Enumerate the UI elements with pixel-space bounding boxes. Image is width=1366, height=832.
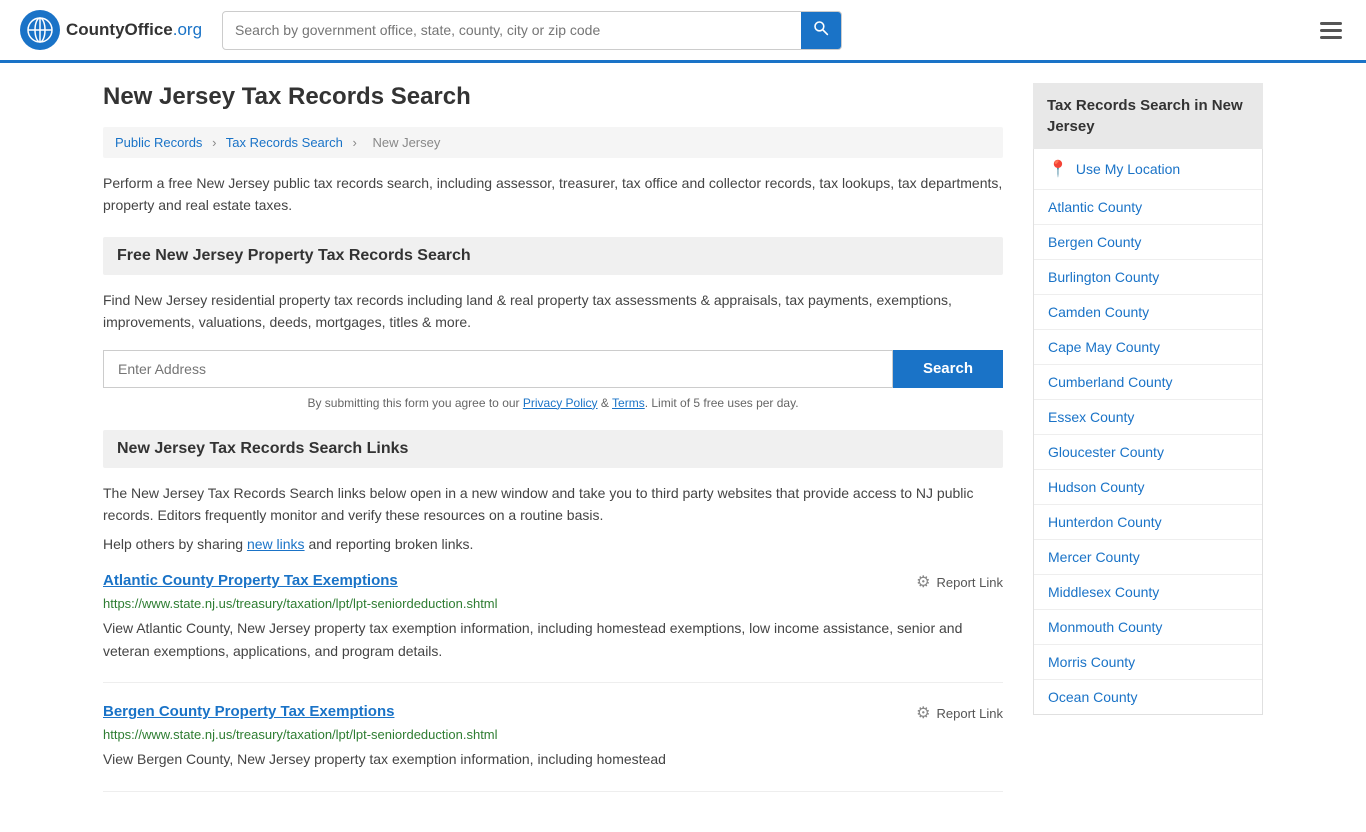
county-link[interactable]: Hudson County: [1048, 479, 1145, 495]
header-search-bar: [222, 11, 842, 50]
page-title: New Jersey Tax Records Search: [103, 83, 1003, 111]
breadcrumb-tax-records-search[interactable]: Tax Records Search: [226, 135, 343, 150]
sidebar-county-item[interactable]: Hunterdon County: [1034, 505, 1262, 540]
record-url[interactable]: https://www.state.nj.us/treasury/taxatio…: [103, 596, 1003, 611]
terms-link[interactable]: Terms: [612, 396, 645, 410]
report-icon: ⚙: [916, 703, 930, 723]
use-location-link[interactable]: Use My Location: [1076, 161, 1180, 177]
county-link[interactable]: Cumberland County: [1048, 374, 1173, 390]
menu-button[interactable]: [1316, 18, 1346, 43]
breadcrumb-sep-2: ›: [352, 135, 356, 150]
record-title[interactable]: Atlantic County Property Tax Exemptions: [103, 572, 398, 589]
county-link[interactable]: Burlington County: [1048, 269, 1159, 285]
location-pin-icon: 📍: [1048, 159, 1068, 179]
new-links-link[interactable]: new links: [247, 536, 305, 552]
record-item: Bergen County Property Tax Exemptions ⚙ …: [103, 703, 1003, 791]
free-search-header: Free New Jersey Property Tax Records Sea…: [103, 237, 1003, 275]
sidebar-county-item[interactable]: Cumberland County: [1034, 365, 1262, 400]
share-text-after: and reporting broken links.: [305, 536, 474, 552]
sidebar-county-item[interactable]: Camden County: [1034, 295, 1262, 330]
sidebar-county-item[interactable]: Morris County: [1034, 645, 1262, 680]
county-link[interactable]: Cape May County: [1048, 339, 1160, 355]
county-link[interactable]: Ocean County: [1048, 689, 1138, 705]
report-label: Report Link: [937, 706, 1003, 721]
sidebar: Tax Records Search in New Jersey 📍 Use M…: [1033, 83, 1263, 812]
logo[interactable]: CountyOffice.org: [20, 10, 202, 50]
page-description: Perform a free New Jersey public tax rec…: [103, 172, 1003, 217]
share-text-before: Help others by sharing: [103, 536, 247, 552]
county-link[interactable]: Bergen County: [1048, 234, 1141, 250]
county-link[interactable]: Camden County: [1048, 304, 1149, 320]
disclaimer-after: . Limit of 5 free uses per day.: [645, 396, 799, 410]
links-section-header: New Jersey Tax Records Search Links: [103, 430, 1003, 468]
county-link[interactable]: Mercer County: [1048, 549, 1140, 565]
county-link[interactable]: Essex County: [1048, 409, 1134, 425]
record-item: Atlantic County Property Tax Exemptions …: [103, 572, 1003, 683]
page-container: New Jersey Tax Records Search Public Rec…: [83, 63, 1283, 832]
record-url[interactable]: https://www.state.nj.us/treasury/taxatio…: [103, 727, 1003, 742]
records-list: Atlantic County Property Tax Exemptions …: [103, 572, 1003, 791]
record-description: View Bergen County, New Jersey property …: [103, 748, 1003, 770]
report-link-button[interactable]: ⚙ Report Link: [916, 572, 1003, 592]
main-content: New Jersey Tax Records Search Public Rec…: [103, 83, 1003, 812]
header-search-input[interactable]: [223, 14, 801, 46]
privacy-policy-link[interactable]: Privacy Policy: [523, 396, 598, 410]
form-disclaimer: By submitting this form you agree to our…: [103, 396, 1003, 410]
sidebar-county-list: 📍 Use My Location Atlantic County Bergen …: [1033, 149, 1263, 715]
breadcrumb: Public Records › Tax Records Search › Ne…: [103, 127, 1003, 158]
record-item-header: Atlantic County Property Tax Exemptions …: [103, 572, 1003, 592]
sidebar-county-item[interactable]: Monmouth County: [1034, 610, 1262, 645]
county-link[interactable]: Hunterdon County: [1048, 514, 1162, 530]
county-link[interactable]: Middlesex County: [1048, 584, 1159, 600]
record-title[interactable]: Bergen County Property Tax Exemptions: [103, 703, 394, 720]
sidebar-county-item[interactable]: Burlington County: [1034, 260, 1262, 295]
logo-wordmark: CountyOffice.org: [66, 20, 202, 40]
address-search-form: Search: [103, 350, 1003, 388]
logo-icon: [20, 10, 60, 50]
site-header: CountyOffice.org: [0, 0, 1366, 63]
sidebar-county-item[interactable]: Bergen County: [1034, 225, 1262, 260]
report-label: Report Link: [937, 575, 1003, 590]
address-input[interactable]: [103, 350, 893, 388]
property-search-description: Find New Jersey residential property tax…: [103, 289, 1003, 334]
sidebar-county-item[interactable]: Atlantic County: [1034, 190, 1262, 225]
header-search-button[interactable]: [801, 12, 841, 49]
report-icon: ⚙: [916, 572, 930, 592]
sidebar-county-item[interactable]: Mercer County: [1034, 540, 1262, 575]
county-link[interactable]: Gloucester County: [1048, 444, 1164, 460]
sidebar-county-item[interactable]: Essex County: [1034, 400, 1262, 435]
search-button[interactable]: Search: [893, 350, 1003, 388]
sidebar-county-item[interactable]: Middlesex County: [1034, 575, 1262, 610]
county-links: Atlantic County Bergen County Burlington C…: [1034, 190, 1262, 714]
county-link[interactable]: Monmouth County: [1048, 619, 1162, 635]
sidebar-county-item[interactable]: Gloucester County: [1034, 435, 1262, 470]
breadcrumb-new-jersey: New Jersey: [372, 135, 440, 150]
use-my-location[interactable]: 📍 Use My Location: [1034, 149, 1262, 190]
disclaimer-before: By submitting this form you agree to our: [307, 396, 522, 410]
county-link[interactable]: Morris County: [1048, 654, 1135, 670]
breadcrumb-public-records[interactable]: Public Records: [115, 135, 202, 150]
report-link-button[interactable]: ⚙ Report Link: [916, 703, 1003, 723]
share-line: Help others by sharing new links and rep…: [103, 536, 1003, 552]
sidebar-county-item[interactable]: Ocean County: [1034, 680, 1262, 714]
sidebar-header: Tax Records Search in New Jersey: [1033, 83, 1263, 149]
links-description: The New Jersey Tax Records Search links …: [103, 482, 1003, 527]
record-description: View Atlantic County, New Jersey propert…: [103, 617, 1003, 662]
breadcrumb-sep-1: ›: [212, 135, 216, 150]
disclaimer-and: &: [598, 396, 612, 410]
sidebar-county-item[interactable]: Hudson County: [1034, 470, 1262, 505]
county-link[interactable]: Atlantic County: [1048, 199, 1142, 215]
record-item-header: Bergen County Property Tax Exemptions ⚙ …: [103, 703, 1003, 723]
sidebar-county-item[interactable]: Cape May County: [1034, 330, 1262, 365]
